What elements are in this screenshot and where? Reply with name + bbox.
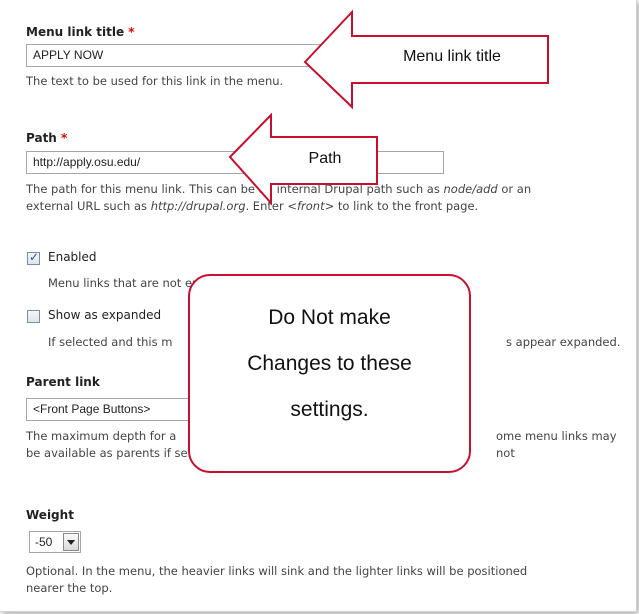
path-description-part: to link to the front page.	[334, 199, 479, 213]
weight-value: -50	[35, 535, 53, 549]
show-as-expanded-checkbox[interactable]	[27, 310, 40, 323]
parent-link-select[interactable]: <Front Page Buttons>	[26, 398, 201, 421]
weight-label: Weight	[26, 508, 74, 522]
screenshot-frame: Menu link title * APPLY NOW The text to …	[0, 0, 637, 612]
callout-line: settings.	[290, 398, 369, 421]
path-description-part: The path for this menu link. This ca	[26, 182, 230, 196]
path-description-part: n be an internal Drupal path such as	[229, 182, 444, 196]
parent-link-label: Parent link	[26, 375, 100, 389]
path-description-line1: The path for this menu link. This can be…	[26, 181, 626, 198]
chevron-down-icon	[67, 540, 75, 545]
menu-link-title-label-text: Menu link title	[26, 25, 125, 39]
checkmark-icon: ✓	[29, 250, 40, 264]
menu-link-title-input[interactable]: APPLY NOW	[26, 44, 326, 67]
path-label: Path *	[26, 131, 67, 145]
arrow-label-menu-link-title: Menu link title	[403, 48, 501, 65]
path-label-text: Path	[26, 131, 57, 145]
arrow-label-path: Path	[308, 150, 342, 167]
show-as-expanded-description-tail: s appear expanded.	[506, 335, 621, 349]
parent-link-value: <Front Page Buttons>	[33, 402, 151, 416]
warning-callout: Do Not make Changes to these settings.	[188, 274, 471, 473]
weight-select[interactable]: -50	[29, 531, 81, 553]
path-description-line2: external URL such as http://drupal.org. …	[26, 198, 626, 215]
path-input[interactable]: http://apply.osu.edu/	[26, 151, 444, 174]
required-mark: *	[128, 25, 135, 39]
path-description-part: external URL such as	[26, 199, 151, 213]
menu-link-title-label: Menu link title *	[26, 25, 135, 39]
enabled-checkbox[interactable]: ✓	[27, 250, 40, 265]
path-description-em: http://drupal.org	[150, 199, 246, 213]
weight-description-line1: Optional. In the menu, the heavier links…	[26, 564, 528, 578]
show-as-expanded-label[interactable]: Show as expanded	[48, 308, 161, 322]
callout-line: Do Not make	[268, 306, 391, 329]
menu-link-title-description: The text to be used for this link in the…	[26, 74, 284, 88]
path-description-part: . Enter	[245, 199, 288, 213]
required-mark: *	[61, 131, 68, 145]
parent-link-description-line1: The maximum depth for a	[26, 429, 177, 443]
callout-line: Changes to these	[247, 352, 412, 375]
path-value: http://apply.osu.edu/	[33, 155, 141, 169]
dropdown-button[interactable]	[63, 533, 79, 551]
path-description-em: node/add	[443, 182, 498, 196]
weight-description-line2: nearer the top.	[26, 581, 113, 595]
path-description-em: <front>	[287, 199, 335, 213]
parent-link-description-line1-tail: ome menu links may not	[496, 429, 617, 460]
path-description: The path for this menu link. This can be…	[26, 181, 626, 215]
enabled-label[interactable]: Enabled	[48, 250, 97, 264]
menu-link-title-value: APPLY NOW	[33, 48, 104, 62]
show-as-expanded-description: If selected and this m	[48, 335, 173, 349]
path-description-part: or an	[497, 182, 532, 196]
